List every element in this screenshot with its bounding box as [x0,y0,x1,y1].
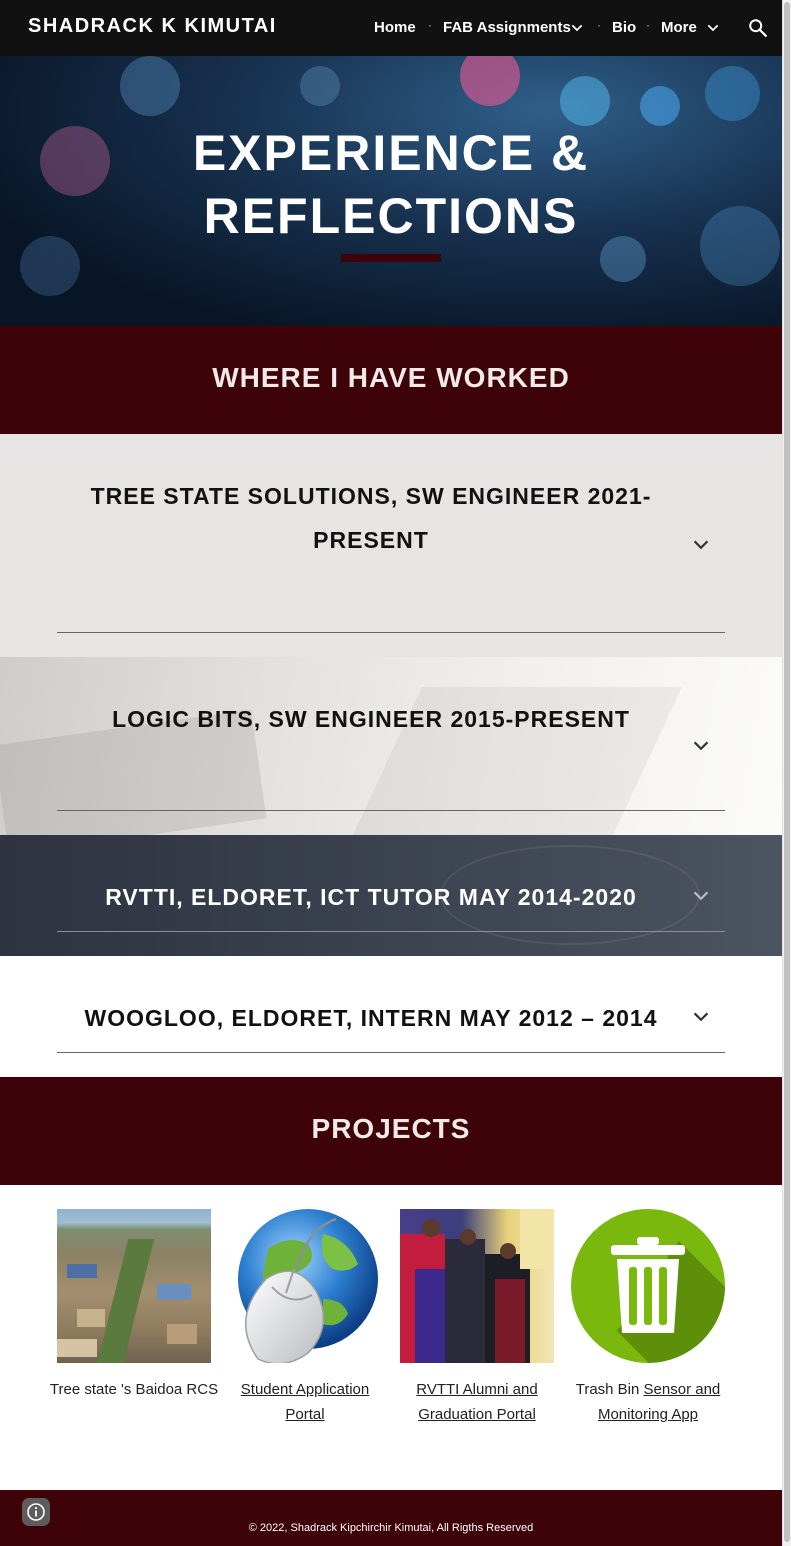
projects-section-header: PROJECTS [0,1077,782,1185]
project-caption-text: Trash Bin [575,1381,644,1398]
project-caption-text: Tree state 's Baidoa RCS [49,1381,219,1398]
scrollbar-thumb[interactable] [784,2,790,1542]
project-link[interactable]: RVTTI Alumni and Graduation Portal [416,1381,537,1423]
project-caption: Student Application Portal [220,1377,390,1427]
page-scrollbar[interactable] [782,0,791,1546]
nav-bio-link[interactable]: Bio [612,19,636,36]
project-link[interactable]: Student Application Portal [241,1381,369,1423]
job-title-line: PRESENT [313,527,429,553]
chevron-down-icon[interactable] [690,1006,712,1028]
hero-banner: EXPERIENCE & REFLECTIONS [0,56,782,326]
nav-fab-assignments-link[interactable]: FAB Assignments [443,19,571,36]
accordion-job-rvtti[interactable]: RVTTI, ELDORET, ICT TUTOR MAY 2014-2020 [0,835,782,956]
globe-mouse-icon [238,1209,378,1363]
job-title: RVTTI, ELDORET, ICT TUTOR MAY 2014-2020 [105,884,637,910]
page: SHADRACK K KIMUTAI Home · FAB Assignment… [0,0,782,1546]
accordion-job-woogloo[interactable]: WOOGLOO, ELDORET, INTERN MAY 2012 – 2014 [0,956,782,1077]
job-title: TREE STATE SOLUTIONS, SW ENGINEER 2021- … [57,474,685,562]
report-abuse-button[interactable] [22,1498,50,1526]
info-icon [27,1503,45,1521]
trash-bin-icon [571,1209,725,1363]
nav-more-link[interactable]: More [661,19,697,36]
project-caption: RVTTI Alumni and Graduation Portal [392,1377,562,1427]
nav-separator: · [646,18,650,32]
footer: © 2022, Shadrack Kipchirchir Kimutai, Al… [0,1490,782,1546]
divider [57,931,725,932]
divider [57,1052,725,1053]
nav-home-link[interactable]: Home [374,19,416,36]
site-title[interactable]: SHADRACK K KIMUTAI [28,15,277,38]
project-image-trash-bin[interactable] [571,1209,725,1363]
nav-separator: · [597,18,601,32]
project-image-graduation[interactable] [400,1209,554,1363]
chevron-down-icon[interactable] [690,735,712,757]
job-title: LOGIC BITS, SW ENGINEER 2015-PRESENT [112,706,630,732]
search-icon[interactable] [747,17,769,39]
title-underline [341,254,441,262]
job-title-line: TREE STATE SOLUTIONS, SW ENGINEER 2021- [90,483,652,509]
copyright-text: © 2022, Shadrack Kipchirchir Kimutai, Al… [248,1522,534,1534]
top-nav: SHADRACK K KIMUTAI Home · FAB Assignment… [0,0,782,56]
chevron-down-icon[interactable] [569,20,585,36]
project-image-baidoa-aerial[interactable] [57,1209,211,1363]
job-title: WOOGLOO, ELDORET, INTERN MAY 2012 – 2014 [84,1005,658,1031]
divider [57,810,725,811]
page-title-line: EXPERIENCE & [192,125,590,181]
chevron-down-icon[interactable] [690,534,712,556]
page-title-line: REFLECTIONS [203,188,579,244]
work-heading: WHERE I HAVE WORKED [212,362,570,393]
projects-heading: PROJECTS [311,1113,471,1144]
project-caption: Tree state 's Baidoa RCS [49,1377,219,1402]
project-image-globe-mouse[interactable] [228,1209,382,1363]
divider [57,632,725,633]
accordion-job-tree-state[interactable]: TREE STATE SOLUTIONS, SW ENGINEER 2021- … [0,434,782,657]
project-caption: Trash Bin Sensor and Monitoring App [563,1377,733,1427]
page-title: EXPERIENCE & REFLECTIONS [0,122,782,248]
chevron-down-icon[interactable] [690,885,712,907]
work-section-header: WHERE I HAVE WORKED [0,326,782,434]
accordion-job-logic-bits[interactable]: LOGIC BITS, SW ENGINEER 2015-PRESENT [0,657,782,835]
chevron-down-icon[interactable] [705,20,721,36]
nav-separator: · [428,18,432,32]
